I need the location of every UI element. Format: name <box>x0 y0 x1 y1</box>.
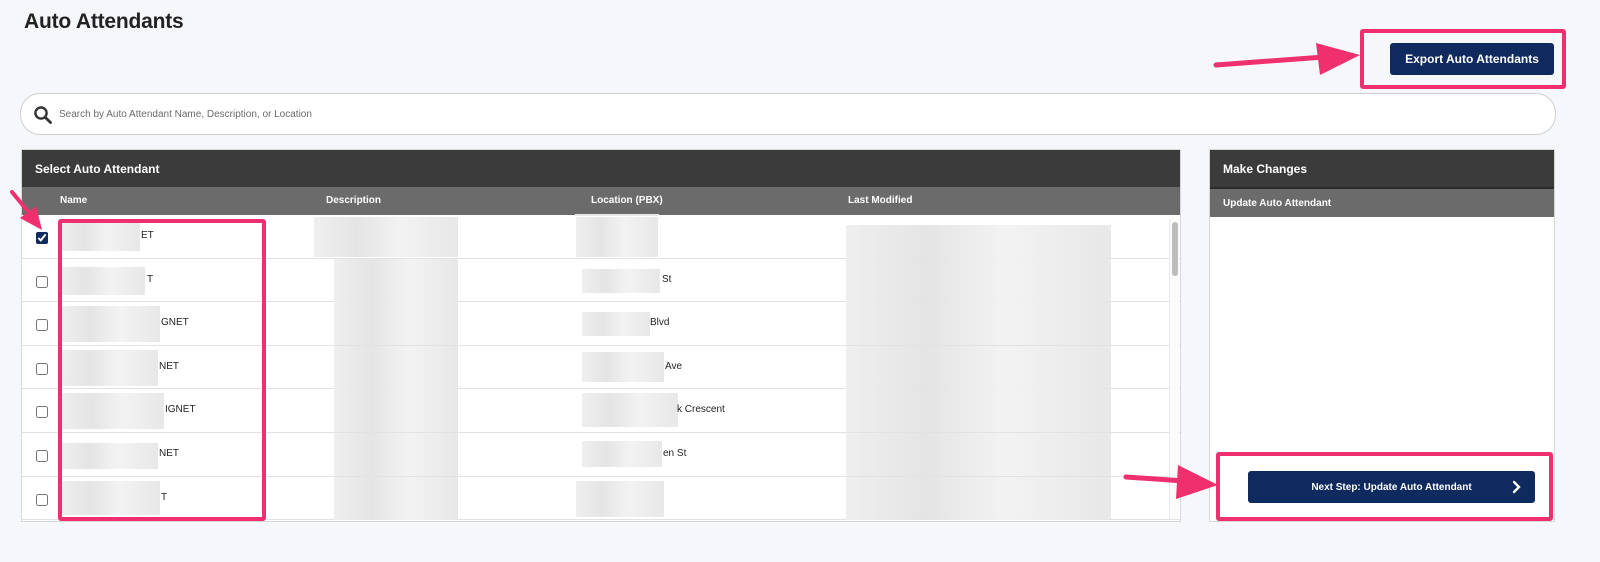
location-cell: k Crescent <box>677 404 725 416</box>
redacted-description <box>334 476 458 520</box>
redacted-location <box>582 393 678 428</box>
column-last-modified[interactable]: Last Modified <box>848 195 912 206</box>
location-cell: en St <box>663 447 687 459</box>
row-checkbox[interactable] <box>36 406 48 419</box>
panel-title-make-changes: Make Changes <box>1210 150 1554 189</box>
location-cell: Blvd <box>650 317 670 329</box>
redacted-description <box>334 389 458 433</box>
row-checkbox[interactable] <box>36 449 48 462</box>
redacted-last-modified <box>846 302 1111 346</box>
row-checkbox[interactable] <box>36 362 48 375</box>
redacted-description <box>334 302 458 346</box>
row-checkbox[interactable] <box>36 493 48 506</box>
table-column-header: Name Description Location (PBX) Last Mod… <box>22 187 1180 216</box>
next-step-highlight-box <box>1216 452 1553 521</box>
redacted-location <box>582 440 662 467</box>
redacted-last-modified <box>846 432 1111 476</box>
pointer-arrow-export <box>1213 43 1360 75</box>
location-cell: St <box>662 273 672 285</box>
update-auto-attendant-step[interactable]: Update Auto Attendant <box>1210 189 1554 217</box>
redacted-location <box>576 217 658 257</box>
redacted-last-modified <box>846 345 1111 389</box>
redacted-last-modified <box>846 476 1111 520</box>
search-bar[interactable] <box>20 93 1556 135</box>
search-input[interactable] <box>57 98 1537 130</box>
names-highlight-box <box>58 219 266 521</box>
scrollbar-thumb[interactable] <box>1172 222 1178 276</box>
redacted-location <box>582 268 660 293</box>
row-checkbox[interactable] <box>36 275 48 288</box>
pointer-arrow-checkbox <box>10 190 42 230</box>
search-icon <box>34 106 52 124</box>
redacted-description <box>334 345 458 389</box>
redacted-location <box>582 351 664 382</box>
redacted-description <box>314 217 458 257</box>
panel-title-select: Select Auto Attendant <box>22 150 1180 189</box>
column-name[interactable]: Name <box>60 195 87 206</box>
redacted-last-modified <box>846 258 1111 302</box>
export-highlight-box <box>1360 29 1566 89</box>
redacted-location <box>582 312 650 337</box>
column-location[interactable]: Location (PBX) <box>591 195 663 206</box>
column-description[interactable]: Description <box>326 195 381 206</box>
redacted-last-modified <box>846 389 1111 433</box>
page-title: Auto Attendants <box>24 10 184 33</box>
redacted-description <box>334 258 458 302</box>
redacted-last-modified <box>846 225 1111 259</box>
row-checkbox[interactable] <box>36 319 48 332</box>
redacted-description <box>334 432 458 476</box>
location-cell: Ave <box>665 360 683 372</box>
pointer-arrow-next <box>1123 465 1218 499</box>
redacted-location <box>576 480 664 517</box>
